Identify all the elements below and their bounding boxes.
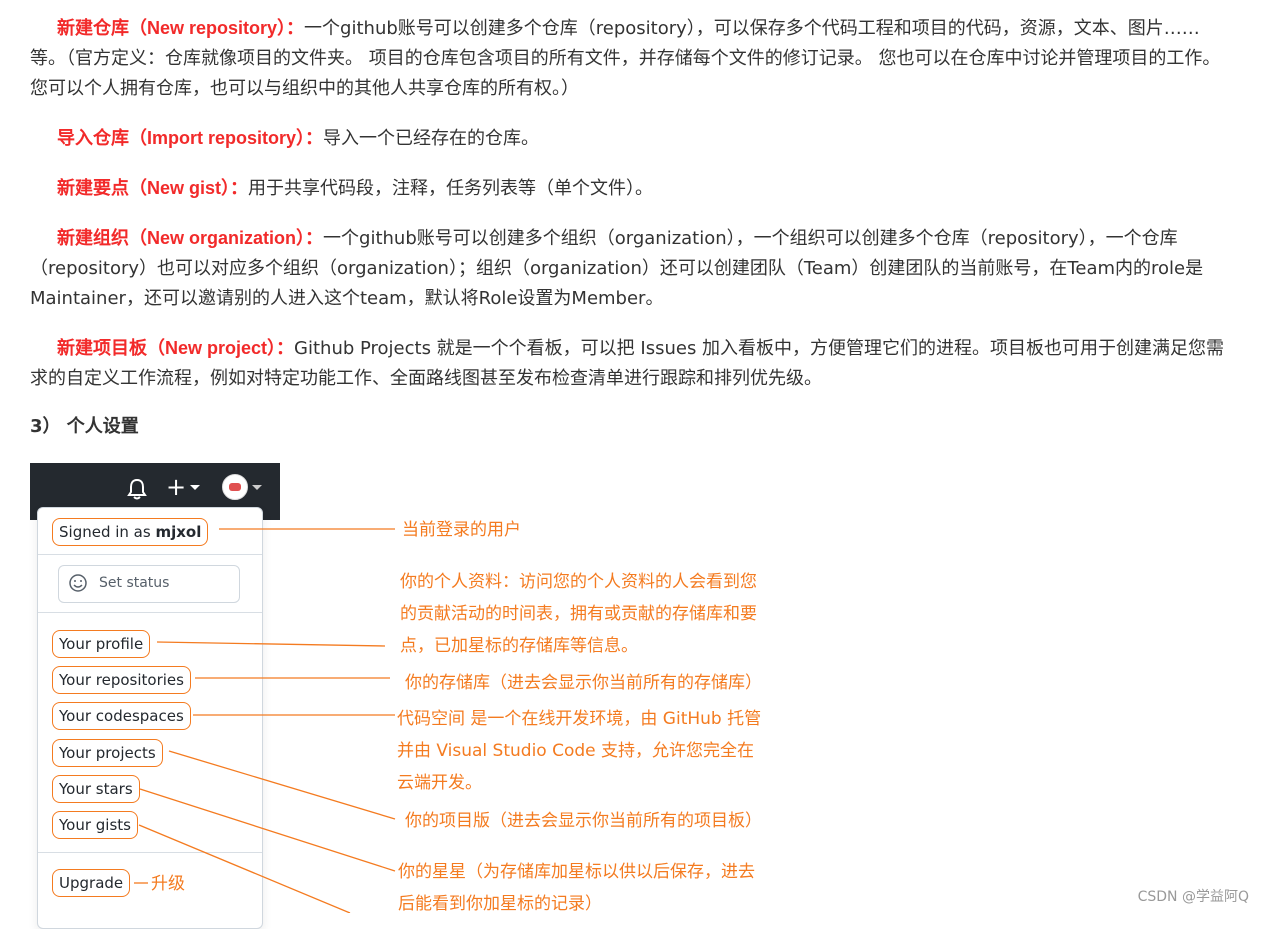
annotation-line: 云端开发。	[397, 773, 482, 793]
annotation-projects: 你的项目版（进去会显示你当前所有的项目板）	[405, 811, 762, 831]
term-description: 用于共享代码段，注释，任务列表等（单个文件）。	[248, 178, 654, 199]
annotation-upgrade: 升级	[151, 874, 185, 894]
section-heading: 3） 个人设置	[30, 416, 139, 437]
term-description: 导入一个已经存在的仓库。	[323, 128, 540, 149]
watermark: CSDN @学益阿Q	[1137, 889, 1249, 905]
annotation-codespaces: 代码空间 是一个在线开发环境，由 GitHub 托管 并由 Visual Stu…	[397, 703, 761, 799]
annotation-line: 后能看到你加星标的记录）	[398, 894, 602, 914]
annotation-repositories: 你的存储库（进去会显示你当前所有的存储库）	[405, 673, 762, 693]
annotation-line: 点，已加星标的存储库等信息。	[400, 636, 638, 656]
paragraph-new-project: 新建项目板（New project）：Github Projects 就是一个个…	[30, 333, 1225, 394]
annotation-line: 的贡献活动的时间表，拥有或贡献的存储库和要	[400, 604, 757, 624]
annotation-line: 代码空间 是一个在线开发环境，由 GitHub 托管	[397, 709, 762, 729]
term-label: 导入仓库（Import repository）：	[57, 128, 324, 148]
annotation-line: 并由 Visual Studio Code 支持，允许您完全在	[397, 741, 755, 761]
paragraph-import-repository: 导入仓库（Import repository）：导入一个已经存在的仓库。	[30, 123, 1225, 154]
annotation-line: 你的个人资料：访问您的个人资料的人会看到您	[400, 572, 757, 592]
annotated-github-menu-screenshot: + Signed in as mjxol Set status Your pro…	[30, 463, 850, 929]
term-label: 新建项目板（New project）：	[57, 338, 295, 358]
annotation-stars: 你的星星（为存储库加星标以供以后保存，进去 后能看到你加星标的记录）	[398, 856, 755, 920]
annotation-current-user: 当前登录的用户	[402, 520, 521, 540]
paragraph-new-repository: 新建仓库（New repository）：一个github账号可以创建多个仓库（…	[30, 13, 1225, 104]
paragraph-new-organization: 新建组织（New organization）：一个github账号可以创建多个组…	[30, 223, 1225, 314]
annotation-profile: 你的个人资料：访问您的个人资料的人会看到您 的贡献活动的时间表，拥有或贡献的存储…	[400, 566, 757, 662]
annotation-line: 你的星星（为存储库加星标以供以后保存，进去	[398, 862, 755, 882]
term-label: 新建组织（New organization）：	[57, 228, 324, 248]
term-label: 新建要点（New gist）：	[57, 178, 249, 198]
term-label: 新建仓库（New repository）：	[57, 18, 305, 38]
paragraph-new-gist: 新建要点（New gist）：用于共享代码段，注释，任务列表等（单个文件）。	[30, 173, 1225, 204]
